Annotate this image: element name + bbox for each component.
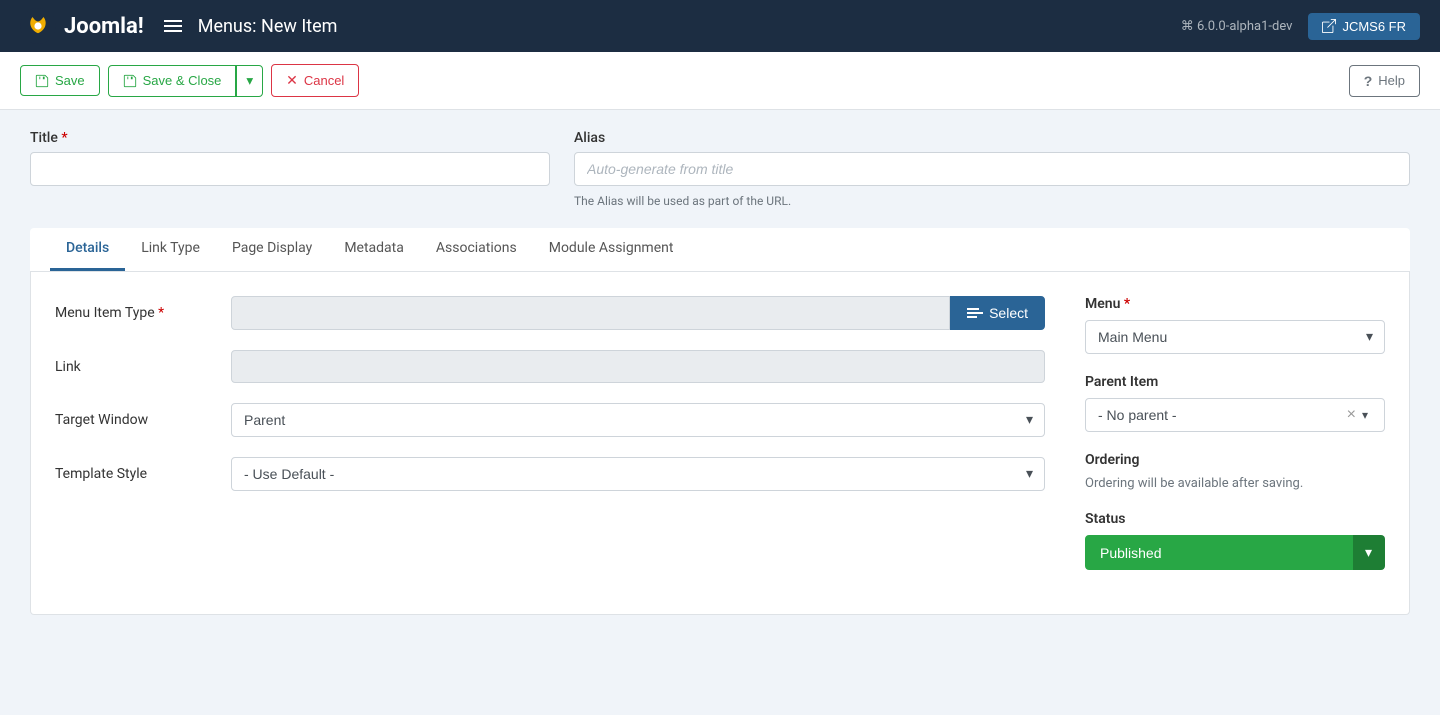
brand-name: Joomla!: [64, 14, 144, 39]
template-style-row: Template Style - Use Default - ▾: [55, 457, 1045, 491]
user-button-label: JCMS6 FR: [1342, 19, 1406, 34]
menu-right-label: Menu *: [1085, 296, 1385, 312]
select-label: Select: [989, 305, 1028, 321]
template-style-select-wrapper: - Use Default - ▾: [231, 457, 1045, 491]
save-close-icon: [123, 74, 137, 88]
status-select[interactable]: Published Unpublished Trashed: [1085, 535, 1353, 570]
help-button[interactable]: ? Help: [1349, 65, 1420, 97]
parent-item-field: Parent Item - No parent - × ▾: [1085, 374, 1385, 432]
link-label: Link: [55, 359, 215, 375]
parent-item-label: Parent Item: [1085, 374, 1385, 390]
cancel-label: Cancel: [304, 73, 344, 88]
help-icon: ?: [1364, 73, 1373, 89]
target-window-label: Target Window: [55, 412, 215, 428]
select-button[interactable]: Select: [950, 296, 1045, 330]
target-window-control: Parent New Window Popup ▾: [231, 403, 1045, 437]
menu-item-type-required: *: [158, 305, 164, 321]
brand: Joomla!: [20, 8, 144, 44]
menu-select[interactable]: Main Menu: [1085, 320, 1385, 354]
help-label: Help: [1378, 73, 1405, 88]
parent-item-control: - No parent - × ▾: [1085, 398, 1385, 432]
title-alias-row: Title * Alias The Alias will be used as …: [30, 130, 1410, 208]
alias-field-group: Alias The Alias will be used as part of …: [574, 130, 1410, 208]
external-link-icon: [1322, 19, 1336, 33]
menu-item-type-label: Menu Item Type *: [55, 305, 215, 321]
menu-item-type-input: Confirm Request: [231, 296, 950, 330]
navbar-right: ⌘ 6.0.0-alpha1-dev JCMS6 FR: [1181, 13, 1420, 40]
main-content: Title * Alias The Alias will be used as …: [0, 110, 1440, 635]
tab-module-assignment[interactable]: Module Assignment: [533, 228, 690, 271]
template-style-label: Template Style: [55, 466, 215, 482]
hamburger-icon: [164, 20, 182, 32]
user-button[interactable]: JCMS6 FR: [1308, 13, 1420, 40]
alias-label: Alias: [574, 130, 1410, 146]
status-field: Status Published Unpublished Trashed ▾: [1085, 511, 1385, 570]
target-window-row: Target Window Parent New Window Popup ▾: [55, 403, 1045, 437]
ordering-help-text: Ordering will be available after saving.: [1085, 476, 1385, 491]
alias-help-text: The Alias will be used as part of the UR…: [574, 194, 1410, 208]
target-window-select-wrapper: Parent New Window Popup ▾: [231, 403, 1045, 437]
save-close-group: Save & Close ▾: [108, 65, 263, 97]
title-field-group: Title *: [30, 130, 550, 208]
version-label: ⌘ 6.0.0-alpha1-dev: [1181, 19, 1293, 34]
tab-layout: Menu Item Type * Confirm Request: [55, 296, 1385, 590]
title-required: *: [61, 130, 67, 146]
toolbar: Save Save & Close ▾ ✕ Cancel ? Help: [0, 52, 1440, 110]
tab-page-display[interactable]: Page Display: [216, 228, 328, 271]
joomla-logo-icon: [20, 8, 56, 44]
ordering-label: Ordering: [1085, 452, 1385, 468]
tabs: Details Link Type Page Display Metadata …: [30, 228, 1410, 271]
save-close-button[interactable]: Save & Close: [108, 65, 237, 97]
tab-metadata[interactable]: Metadata: [328, 228, 420, 271]
tab-content-details: Menu Item Type * Confirm Request: [30, 272, 1410, 615]
status-select-group: Published Unpublished Trashed ▾: [1085, 535, 1385, 570]
tab-details[interactable]: Details: [50, 228, 125, 271]
parent-chevron-icon: ▾: [1362, 408, 1376, 422]
link-input: index.php?option=com_privacy&view=confir…: [231, 350, 1045, 383]
status-chevron-icon: ▾: [1365, 544, 1372, 560]
tab-link-type[interactable]: Link Type: [125, 228, 216, 271]
title-input[interactable]: [30, 152, 550, 186]
menu-item-type-control: Confirm Request Select: [231, 296, 1045, 330]
save-dropdown-button[interactable]: ▾: [236, 65, 263, 97]
navbar-page-title: Menus: New Item: [198, 16, 338, 37]
menu-field: Menu * Main Menu ▾: [1085, 296, 1385, 354]
save-icon: [35, 74, 49, 88]
title-label: Title *: [30, 130, 550, 146]
page-title: Menus: New Item: [164, 16, 1181, 37]
save-button[interactable]: Save: [20, 65, 100, 96]
template-style-select[interactable]: - Use Default -: [231, 457, 1045, 491]
link-control: index.php?option=com_privacy&view=confir…: [231, 350, 1045, 383]
alias-input[interactable]: [574, 152, 1410, 186]
tabs-container: Details Link Type Page Display Metadata …: [30, 228, 1410, 272]
save-close-label: Save & Close: [143, 73, 222, 88]
ordering-field: Ordering Ordering will be available afte…: [1085, 452, 1385, 491]
list-icon: [967, 308, 983, 318]
save-label: Save: [55, 73, 85, 88]
parent-clear-button[interactable]: ×: [1341, 407, 1362, 423]
details-right: Menu * Main Menu ▾ Parent Item: [1085, 296, 1385, 590]
chevron-down-icon: ▾: [246, 73, 253, 88]
status-label: Status: [1085, 511, 1385, 527]
menu-select-wrapper: Main Menu ▾: [1085, 320, 1385, 354]
navbar: Joomla! Menus: New Item ⌘ 6.0.0-alpha1-d…: [0, 0, 1440, 52]
menu-required: *: [1124, 296, 1130, 312]
menu-item-type-row: Menu Item Type * Confirm Request: [55, 296, 1045, 330]
cancel-button[interactable]: ✕ Cancel: [271, 64, 359, 97]
tab-associations[interactable]: Associations: [420, 228, 533, 271]
template-style-control: - Use Default - ▾: [231, 457, 1045, 491]
menu-item-type-input-group: Confirm Request Select: [231, 296, 1045, 330]
status-dropdown-button[interactable]: ▾: [1353, 535, 1385, 570]
cancel-icon: ✕: [286, 72, 298, 89]
target-window-select[interactable]: Parent New Window Popup: [231, 403, 1045, 437]
details-left: Menu Item Type * Confirm Request: [55, 296, 1045, 590]
parent-item-select[interactable]: - No parent -: [1086, 399, 1341, 431]
link-row: Link index.php?option=com_privacy&view=c…: [55, 350, 1045, 383]
